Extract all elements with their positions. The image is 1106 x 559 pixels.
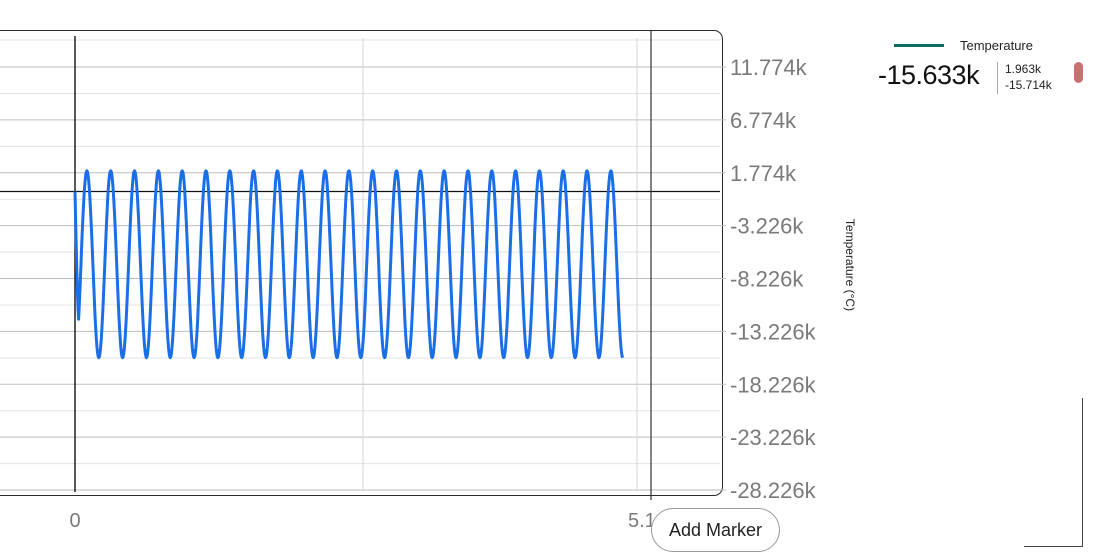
y-tick-label: -18.226k xyxy=(730,372,817,397)
axis-lines xyxy=(0,30,720,500)
add-marker-button[interactable]: Add Marker xyxy=(651,508,780,552)
y-tick-label: -23.226k xyxy=(730,425,817,450)
y-tick-label: -28.226k xyxy=(730,478,817,503)
resize-corner[interactable] xyxy=(1024,398,1083,547)
legend-series-name: Temperature xyxy=(960,38,1033,53)
x-tick-labels: 0 5.1 xyxy=(69,510,655,532)
y-tick-label: 11.774k xyxy=(730,55,808,80)
y-tick-label: -13.226k xyxy=(730,319,817,344)
y-tick-label: -8.226k xyxy=(730,267,804,292)
x-tick-label: 0 xyxy=(69,510,80,532)
legend-drag-handle[interactable] xyxy=(1074,62,1083,83)
y-tick-labels: 11.774k 6.774k 1.774k -3.226k -8.226k -13.226… xyxy=(730,55,817,503)
legend-max-value: 1.963k xyxy=(1005,62,1042,76)
legend: Temperature -15.633k 1.963k -15.714k xyxy=(878,36,1098,96)
legend-swatch xyxy=(894,44,944,47)
legend-divider xyxy=(997,62,998,94)
y-tick-label: 1.774k xyxy=(730,161,797,186)
legend-current-value: -15.633k xyxy=(878,60,980,90)
y-axis-title: Temperature (°C) xyxy=(843,218,857,312)
legend-min-value: -15.714k xyxy=(1005,78,1052,92)
y-tick-label: -3.226k xyxy=(730,214,804,239)
y-tick-label: 6.774k xyxy=(730,108,797,133)
